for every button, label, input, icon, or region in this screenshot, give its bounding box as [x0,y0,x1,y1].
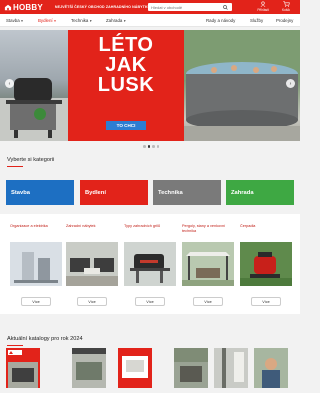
catalog-image [222,348,244,388]
chevron-down-icon: ▾ [123,18,126,23]
product-card[interactable]: Čerpadla Více [240,224,292,308]
nav-label: Technika [71,18,89,23]
product-title[interactable]: Pergoly, stany a venkovní technika [182,224,234,236]
carousel-dot[interactable] [152,145,155,148]
hero-headline: LÉTO JAK LUSK [68,35,184,95]
carousel-dot-active[interactable] [147,145,150,148]
main-nav: Stavba ▾ Bydlení ▾ Technika ▾ Zahrada ▾ Rady… [0,14,300,27]
product-image[interactable] [124,242,176,286]
product-image[interactable] [182,242,234,286]
product-card[interactable]: Zahradní nábytek Více [66,224,118,308]
catalog-cover[interactable] [72,348,106,388]
catalog-image [122,356,148,378]
catalog-cover[interactable] [214,348,248,388]
category-tile-technika[interactable]: Technika [153,180,221,205]
product-title[interactable]: Typy zahradních grilů [124,224,176,236]
product-image[interactable] [66,242,118,286]
catalog-cover[interactable] [174,348,208,388]
nav-item-zahrada[interactable]: Zahrada ▾ [106,18,126,23]
product-title[interactable]: Organizace a elektrika [10,224,62,236]
title-underline [7,345,23,346]
chevron-down-icon: ▾ [21,18,23,23]
cart-label: Košík [282,8,290,12]
more-button[interactable]: Více [77,297,107,306]
hero-pool-image [184,30,300,141]
category-tile-bydleni[interactable]: Bydlení [80,180,148,205]
nav-item-rady[interactable]: Rady a návody [206,18,235,23]
product-card[interactable]: Typy zahradních grilů Více [124,224,176,308]
title-underline [7,166,23,167]
nav-label: Prodejny [276,18,294,23]
more-button[interactable]: Více [135,297,165,306]
product-card[interactable]: Organizace a elektrika Více [10,224,62,308]
product-image[interactable] [10,242,62,286]
more-button[interactable]: Více [21,297,51,306]
hero-headline-line: LÉTO [98,34,154,56]
chevron-down-icon: ▾ [54,18,56,23]
chevron-left-icon: ‹ [8,80,11,87]
carousel-dots [142,145,160,148]
chevron-right-icon: › [289,80,292,87]
nav-item-stavba[interactable]: Stavba ▾ [6,18,23,23]
search-input[interactable] [148,3,222,11]
category-label: Bydlení [85,190,106,196]
hero-headline-line: JAK [105,54,147,76]
category-tile-zahrada[interactable]: Zahrada [226,180,294,205]
nav-item-technika[interactable]: Technika ▾ [71,18,92,23]
catalog-image [262,358,280,388]
nav-label: Stavba [6,18,20,23]
more-button[interactable]: Více [193,297,223,306]
product-title[interactable]: Zahradní nábytek [66,224,118,236]
cart[interactable]: Košík [276,1,296,12]
catalog-image [72,348,106,380]
catalog-image [174,348,208,382]
logo[interactable]: HOBBY [4,3,43,12]
product-title[interactable]: Čerpadla [240,224,292,236]
nav-item-sluzby[interactable]: Služby [250,18,263,23]
house-logo-icon [4,4,12,10]
category-label: Stavba [11,190,31,196]
product-image[interactable] [240,242,292,286]
nav-label: Rady a návody [206,18,236,23]
user-label: Přihlásit [257,8,269,12]
hero-headline-line: LUSK [97,74,155,96]
search-icon[interactable] [222,4,229,11]
catalogs-title: Aktuální katalogy pro rok 2024 [7,336,83,342]
logo-text: HOBBY [13,2,43,12]
category-tile-stavba[interactable]: Stavba [6,180,74,205]
category-label: Zahrada [231,190,254,196]
carousel-prev-button[interactable]: ‹ [5,79,14,88]
category-label: Technika [158,190,183,196]
catalog-cover[interactable] [6,348,40,388]
nav-item-bydleni[interactable]: Bydlení ▾ [38,18,56,23]
nav-item-prodejny[interactable]: Prodejny [276,18,293,23]
carousel-next-button[interactable]: › [286,79,295,88]
hero-banner[interactable]: LÉTO JAK LUSK TO CHCI ‹ › [0,30,300,141]
hero-cta-button[interactable]: TO CHCI [106,121,146,130]
user-icon [260,1,266,7]
carousel-dot[interactable] [143,145,146,148]
nav-label: Zahrada [106,18,123,23]
catalog-cover[interactable] [254,348,288,388]
nav-label: Služby [250,18,264,23]
more-button[interactable]: Více [251,297,281,306]
chevron-down-icon: ▾ [89,18,92,23]
carousel-dot[interactable] [156,145,159,148]
catalog-image [8,350,38,388]
cart-icon [282,1,290,7]
nav-label: Bydlení [38,18,53,23]
user-account[interactable]: Přihlásit [256,1,270,12]
catalog-cover[interactable] [118,348,152,388]
search-box[interactable] [148,3,232,11]
product-card[interactable]: Pergoly, stany a venkovní technika Více [182,224,234,308]
categories-title: Vyberte si kategorii [7,157,55,163]
